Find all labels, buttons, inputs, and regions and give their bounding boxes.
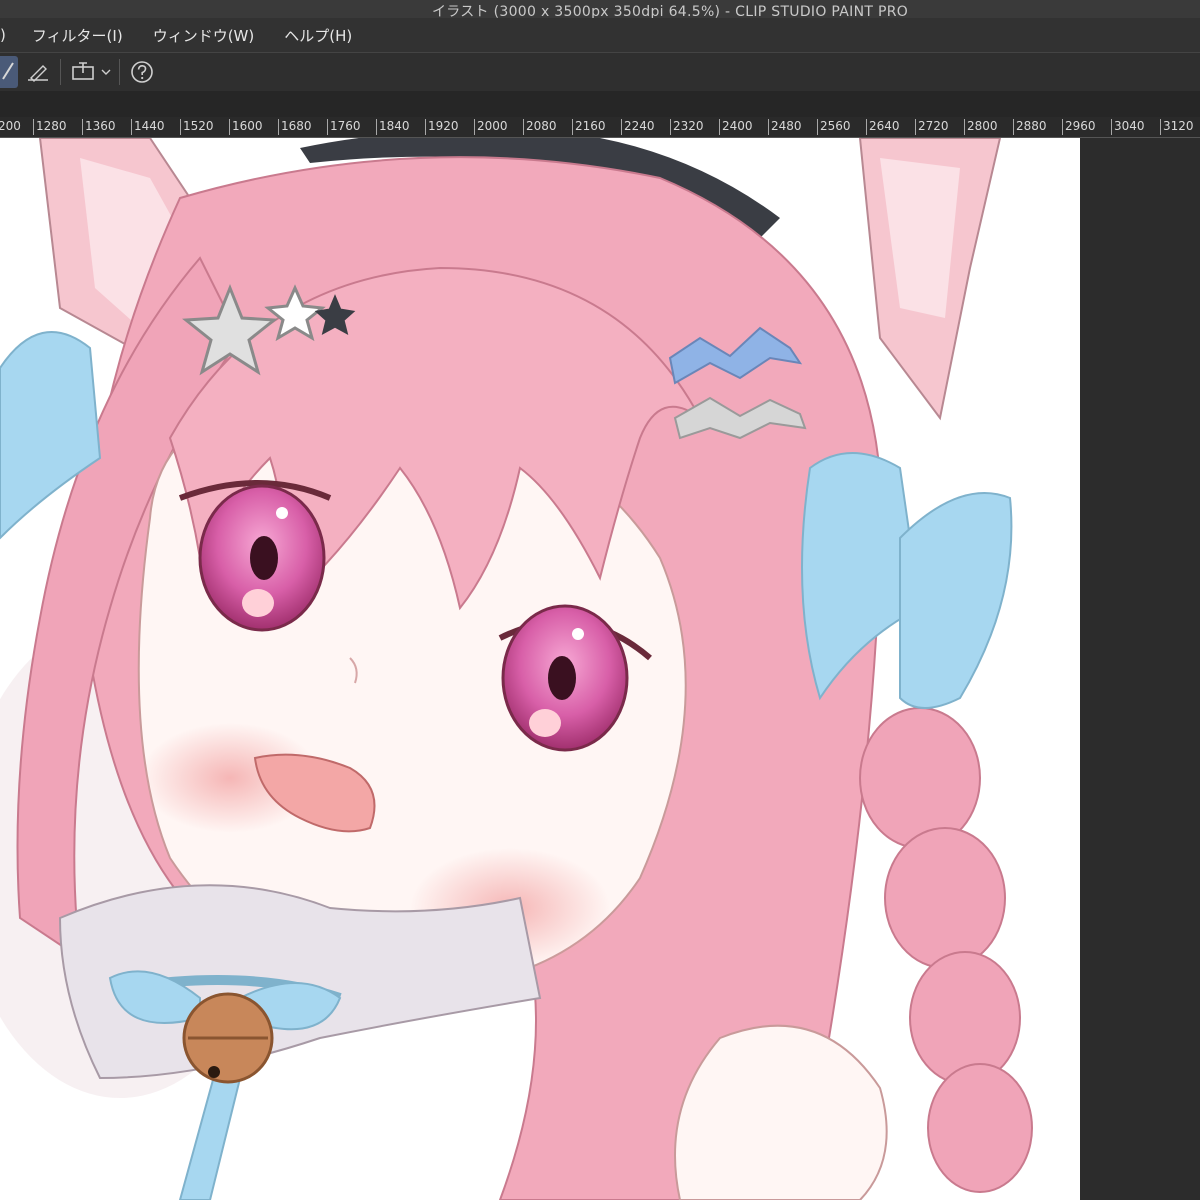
ruler-label: 1360 (82, 119, 116, 135)
pen-tool-button[interactable] (0, 56, 18, 88)
ruler-label: 1520 (180, 119, 214, 135)
menu-item-help[interactable]: ヘルプ(H) (284, 25, 352, 46)
canvas-fit-icon (72, 62, 94, 80)
ruler-label: 1440 (131, 119, 165, 135)
ruler-label: 2160 (572, 119, 606, 135)
ruler-label: 2560 (817, 119, 851, 135)
ruler-label: 1680 (278, 119, 312, 135)
ruler-label: 3040 (1111, 119, 1145, 135)
menu-item-window[interactable]: ウィンドウ(W) (153, 25, 255, 46)
ruler-label: 2480 (768, 119, 802, 135)
toolbar-separator (60, 59, 61, 85)
command-bar (0, 52, 1200, 92)
chevron-down-icon (101, 69, 111, 75)
canvas-fit-button[interactable] (67, 56, 99, 88)
pen-icon (2, 62, 14, 80)
ruler-edit-button[interactable] (22, 56, 54, 88)
ruler-label: 1840 (376, 119, 410, 135)
window-title-bar: イラスト (3000 x 3500px 350dpi 64.5%) - CLIP… (0, 0, 1200, 18)
menu-item-view[interactable]: ) (0, 26, 6, 44)
menu-item-filter[interactable]: フィルター(I) (32, 25, 123, 46)
ruler-label: 2800 (964, 119, 998, 135)
ruler-label: 1920 (425, 119, 459, 135)
ruler-label: 2880 (1013, 119, 1047, 135)
ruler-label: 3120 (1160, 119, 1194, 135)
ruler-label: 1280 (33, 119, 67, 135)
ruler-label: 2000 (474, 119, 508, 135)
horizontal-ruler: 200 1280 1360 1440 1520 1600 1680 1760 1… (0, 117, 1200, 138)
ruler-label: 2400 (719, 119, 753, 135)
ruler-label: 2960 (1062, 119, 1096, 135)
tab-strip (0, 91, 1200, 117)
ruler-label: 2640 (866, 119, 900, 135)
ruler-edit-icon (28, 65, 48, 82)
artwork-illustration (0, 138, 1080, 1200)
drawing-canvas[interactable] (0, 138, 1080, 1200)
ruler-label: 2080 (523, 119, 557, 135)
ruler-label: 1760 (327, 119, 361, 135)
ruler-label: 2240 (621, 119, 655, 135)
window-title: イラスト (3000 x 3500px 350dpi 64.5%) - CLIP… (431, 4, 909, 18)
ruler-label: 200 (0, 119, 21, 135)
ruler-label: 2320 (670, 119, 704, 135)
ruler-label: 1600 (229, 119, 263, 135)
canvas-area[interactable] (0, 138, 1200, 1200)
toolbar-separator (119, 59, 120, 85)
menu-bar: ) フィルター(I) ウィンドウ(W) ヘルプ(H) (0, 18, 1200, 52)
help-icon (131, 61, 153, 83)
canvas-fit-dropdown[interactable] (99, 68, 113, 76)
help-button[interactable] (126, 56, 158, 88)
bell (182, 992, 274, 1084)
ruler-label: 2720 (915, 119, 949, 135)
